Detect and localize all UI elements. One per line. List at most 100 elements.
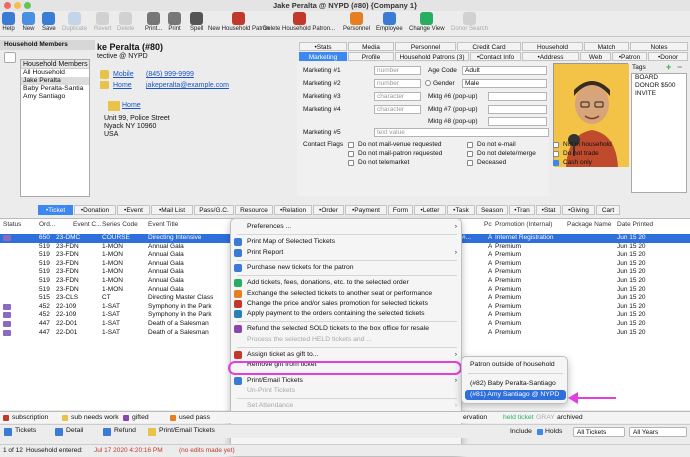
tag-item[interactable]: DONOR $500 (632, 82, 686, 90)
flag-checkbox-do-not-delete-merge[interactable] (467, 151, 473, 157)
tab-stat[interactable]: •Stat (536, 205, 561, 215)
menu-item-print-map-of-selected-tickets[interactable]: Print Map of Selected Tickets (231, 237, 463, 247)
menu-item-print-email-tickets[interactable]: Print/Email Tickets › (231, 376, 463, 386)
column-header-pc[interactable]: Pc (484, 221, 492, 228)
email-label[interactable]: Home (113, 82, 132, 89)
bottom-detail-button[interactable]: Detail (66, 427, 83, 434)
phone-number[interactable]: (845) 999-9999 (146, 71, 194, 78)
tab-letter[interactable]: •Letter (414, 205, 446, 215)
gender-radio[interactable] (425, 80, 431, 86)
toolbar-new-household-patron-button[interactable]: New Household Patron (208, 12, 270, 32)
household-member-item[interactable]: All Household (21, 69, 89, 77)
tab-media[interactable]: Media (348, 42, 394, 51)
minimize-window-icon[interactable] (14, 2, 21, 9)
flag-checkbox-do-not-trade[interactable] (553, 151, 559, 157)
address-label[interactable]: Home (122, 102, 141, 109)
phone-label[interactable]: Mobile (113, 71, 134, 78)
years-filter-select[interactable]: All Years (629, 427, 687, 437)
tab-address[interactable]: •Address (522, 52, 579, 61)
tab-cart[interactable]: Cart (596, 205, 620, 215)
tab-season[interactable]: Season (476, 205, 508, 215)
marketing-1-input[interactable]: number (374, 66, 421, 75)
tab-stats[interactable]: •Stats (299, 42, 347, 51)
tab-ticket[interactable]: •Ticket (38, 205, 73, 215)
toolbar-spell-button[interactable]: Spell (190, 12, 203, 32)
mktg7-select[interactable] (488, 105, 547, 114)
bottom-tickets-button[interactable]: Tickets (15, 427, 36, 434)
tab-form[interactable]: Form (388, 205, 413, 215)
marketing-2-input[interactable]: number (374, 79, 421, 88)
gender-select[interactable]: Male (462, 79, 547, 88)
zoom-window-icon[interactable] (24, 2, 31, 9)
toolbar-donor-search-button[interactable]: Donor Search (451, 12, 488, 32)
toolbar-personnel-button[interactable]: Personnel (343, 12, 370, 32)
flag-checkbox-cash-only[interactable] (553, 160, 559, 166)
flag-checkbox-deceased[interactable] (467, 160, 473, 166)
toolbar-employee-button[interactable]: Employee (376, 12, 403, 32)
tab-patron[interactable]: •Patron (612, 52, 647, 61)
menu-item-add-tickets-fees-donations-etc-to-the-se[interactable]: Add tickets, fees, donations, etc. to th… (231, 278, 463, 288)
column-header-package-name[interactable]: Package Name (567, 221, 611, 228)
menu-item-refund-the-selected-sold-tickets-to-the-[interactable]: Refund the selected SOLD tickets to the … (231, 324, 463, 334)
household-member-item[interactable]: Amy Santiago (21, 93, 89, 101)
add-tag-icon[interactable]: + (666, 63, 671, 72)
tab-giving[interactable]: •Giving (562, 205, 595, 215)
tab-relation[interactable]: •Relation (274, 205, 312, 215)
column-header-event-c[interactable]: Event C... (73, 221, 102, 228)
menu-item-assign-ticket-as-gift-to[interactable]: Assign ticket as gift to... › (231, 350, 463, 360)
toolbar-new-button[interactable]: New (22, 12, 35, 32)
toolbar-duplicate-button[interactable]: Duplicate (62, 12, 87, 32)
tab-household[interactable]: Household (522, 42, 583, 51)
column-header-date-printed[interactable]: Date Printed (617, 221, 653, 228)
submenu-item-82-baby-peralta-santiago[interactable]: (#82) Baby Peralta-Santiago (465, 379, 566, 389)
bottom-print-email-tickets-button[interactable]: Print/Email Tickets (159, 427, 215, 434)
tab-match[interactable]: Match (584, 42, 629, 51)
submenu-item-patron-outside-of-household[interactable]: Patron outside of household (465, 360, 566, 370)
menu-item-apply-payment-to-the-orders-containing-t[interactable]: Apply payment to the orders containing t… (231, 309, 463, 319)
menu-item-purchase-new-tickets-for-the-patron[interactable]: Purchase new tickets for the patron (231, 263, 463, 273)
flag-checkbox-do-not-e-mail[interactable] (467, 142, 473, 148)
tab-tran[interactable]: •Tran (509, 205, 535, 215)
flag-checkbox-not-in-household[interactable] (553, 142, 559, 148)
toolbar-print-button[interactable]: Print (168, 12, 181, 32)
tab-profile[interactable]: Profile (348, 52, 394, 61)
marketing-5-input[interactable]: text value (374, 128, 549, 137)
flag-checkbox-do-not-mail-venue-requested[interactable] (348, 142, 354, 148)
submenu-item-81-amy-santiago-nypd[interactable]: (#81) Amy Santiago @ NYPD (465, 390, 566, 400)
tab-contact-info[interactable]: •Contact Info (470, 52, 521, 61)
toolbar-print-button[interactable]: Print... (145, 12, 162, 32)
bottom-refund-button[interactable]: Refund (114, 427, 136, 434)
tag-item[interactable]: INVITE (632, 90, 686, 98)
flag-checkbox-do-not-mail-patron-requested[interactable] (348, 151, 354, 157)
column-header-status[interactable]: Status (3, 221, 21, 228)
remove-tag-icon[interactable]: − (677, 63, 682, 72)
email-address[interactable]: jakeperalta@example.com (146, 82, 229, 89)
flag-checkbox-do-not-telemarket[interactable] (348, 160, 354, 166)
age-code-select[interactable]: Adult (462, 66, 547, 75)
menu-item-change-the-price-and-or-sales-promotion-[interactable]: Change the price and/or sales promotion … (231, 299, 463, 309)
toolbar-delete-button[interactable]: Delete (117, 12, 134, 32)
column-header-promotion-internal[interactable]: Promotion (Internal) (495, 221, 552, 228)
tab-payment[interactable]: •Payment (345, 205, 387, 215)
tab-order[interactable]: •Order (313, 205, 344, 215)
tab-web[interactable]: Web (580, 52, 611, 61)
column-header-ord[interactable]: Ord... (39, 221, 55, 228)
tickets-filter-select[interactable]: All Tickets (573, 427, 625, 437)
tab-credit-card[interactable]: Credit Card (457, 42, 521, 51)
close-window-icon[interactable] (4, 2, 11, 9)
column-header-event-title[interactable]: Event Title (148, 221, 178, 228)
tab-notes[interactable]: Notes (630, 42, 688, 51)
menu-item-exchange-the-selected-tickets-to-another[interactable]: Exchange the selected tickets to another… (231, 289, 463, 299)
tab-event[interactable]: •Event (117, 205, 150, 215)
tab-pass-g-c[interactable]: Pass/G.C. (194, 205, 234, 215)
toolbar-change-view-button[interactable]: Change View (409, 12, 445, 32)
holds-checkbox[interactable] (537, 429, 543, 435)
mktg6-select[interactable] (488, 92, 547, 101)
toolbar-help-button[interactable]: Help (2, 12, 15, 32)
household-members-list[interactable]: Household Members All Household Jake Pera… (20, 59, 90, 197)
tab-marketing[interactable]: Marketing (299, 52, 347, 61)
tab-mail-list[interactable]: •Mail List (151, 205, 193, 215)
tab-task[interactable]: •Task (447, 205, 475, 215)
menu-item-preferences[interactable]: Preferences ... › (231, 222, 463, 232)
column-header-series-code[interactable]: Series Code (102, 221, 138, 228)
